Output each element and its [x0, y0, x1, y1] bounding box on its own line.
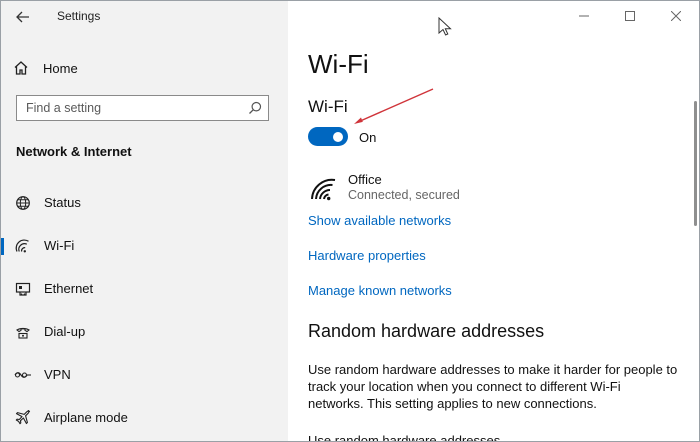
- search-box[interactable]: [16, 95, 269, 121]
- maximize-icon: [625, 11, 635, 21]
- settings-window: Settings Home Network & Internet Status: [0, 0, 700, 442]
- wifi-signal-icon: [311, 178, 336, 201]
- sidebar: Settings Home Network & Internet Status: [1, 1, 288, 441]
- sidebar-item-label: Status: [44, 195, 81, 210]
- sidebar-item-ethernet[interactable]: Ethernet: [1, 274, 288, 304]
- sidebar-item-label: VPN: [44, 367, 71, 382]
- network-name: Office: [348, 172, 382, 187]
- main-content: Wi-Fi Wi-Fi On Office Connected, secured…: [288, 1, 699, 441]
- search-icon[interactable]: [248, 101, 262, 115]
- home-icon: [14, 61, 28, 75]
- home-label: Home: [43, 60, 78, 76]
- wifi-toggle[interactable]: [308, 127, 348, 146]
- sidebar-item-label: Ethernet: [44, 281, 94, 296]
- manage-known-networks-link[interactable]: Manage known networks: [308, 283, 452, 298]
- network-status: Connected, secured: [348, 188, 460, 202]
- sidebar-item-dialup[interactable]: Dial-up: [1, 317, 288, 347]
- random-hardware-description: Use random hardware addresses to make it…: [308, 362, 678, 411]
- wifi-toggle-state: On: [359, 130, 377, 145]
- maximize-button[interactable]: [607, 1, 653, 31]
- dialup-icon: [14, 324, 32, 340]
- annotation-arrow-icon: [354, 88, 434, 124]
- window-controls: [561, 1, 699, 31]
- sidebar-item-vpn[interactable]: VPN: [1, 360, 288, 390]
- sidebar-item-wifi[interactable]: Wi-Fi: [1, 231, 288, 261]
- airplane-icon: [14, 410, 32, 426]
- page-title: Wi-Fi: [308, 49, 369, 79]
- wifi-section-title: Wi-Fi: [308, 97, 348, 116]
- random-hardware-option-label: Use random hardware addresses: [308, 433, 501, 442]
- minimize-button[interactable]: [561, 1, 607, 31]
- scrollbar-thumb[interactable]: [694, 101, 697, 226]
- close-icon: [671, 11, 681, 21]
- toggle-knob: [333, 131, 343, 142]
- back-button[interactable]: [11, 7, 35, 27]
- minimize-icon: [579, 15, 589, 17]
- show-available-networks-link[interactable]: Show available networks: [308, 213, 451, 228]
- mouse-cursor-icon: [438, 17, 452, 36]
- sidebar-item-status[interactable]: Status: [1, 188, 288, 218]
- vpn-icon: [14, 367, 32, 383]
- wifi-icon: [14, 238, 32, 254]
- back-arrow-icon: [16, 11, 29, 23]
- random-hardware-addresses-title: Random hardware addresses: [308, 321, 545, 341]
- close-button[interactable]: [653, 1, 699, 31]
- section-heading: Network & Internet: [16, 144, 132, 159]
- hardware-properties-link[interactable]: Hardware properties: [308, 248, 426, 263]
- sidebar-item-label: Airplane mode: [44, 410, 128, 425]
- sidebar-item-airplane-mode[interactable]: Airplane mode: [1, 403, 288, 433]
- globe-icon: [14, 195, 32, 211]
- search-input[interactable]: [17, 96, 246, 120]
- sidebar-item-label: Wi-Fi: [44, 238, 75, 253]
- ethernet-icon: [14, 281, 32, 297]
- sidebar-item-label: Dial-up: [44, 324, 86, 339]
- home-nav-item[interactable]: Home: [13, 57, 78, 79]
- app-title: Settings: [57, 9, 101, 23]
